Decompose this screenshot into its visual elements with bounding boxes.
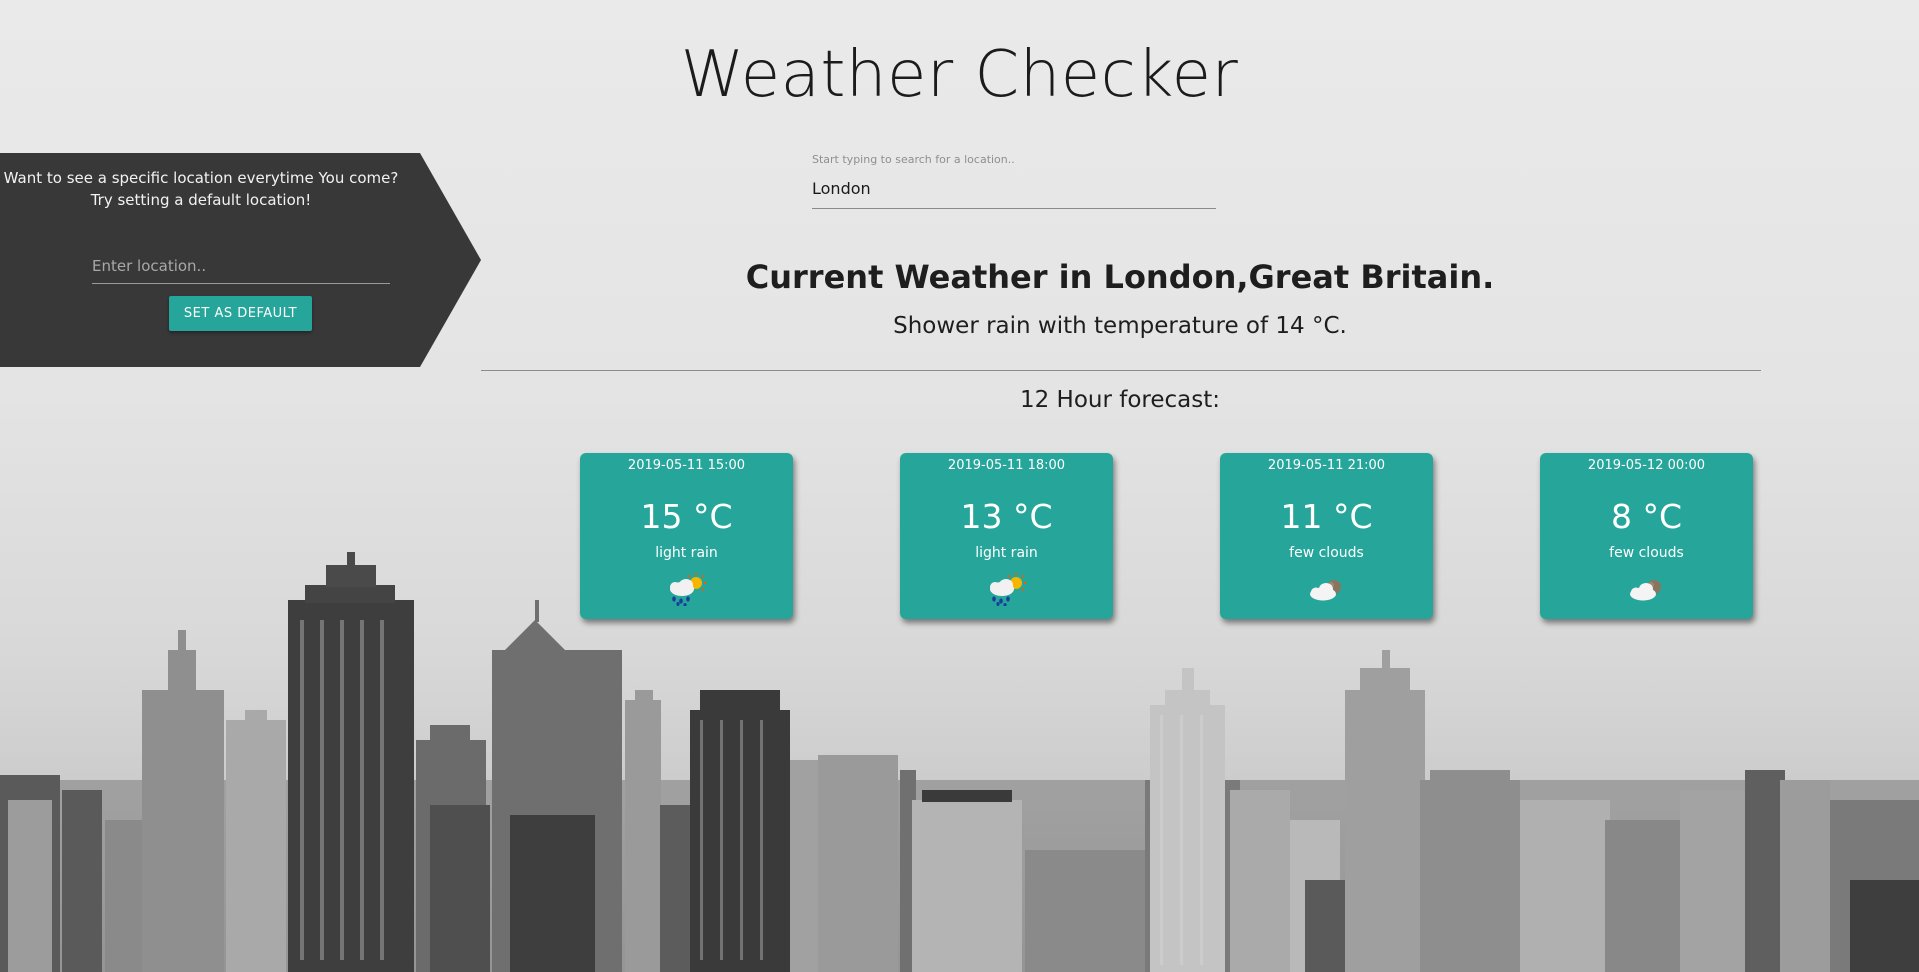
page-title: Weather Checker xyxy=(680,38,1239,112)
forecast-temperature: 11 °C xyxy=(1280,497,1373,536)
current-weather-summary: Shower rain with temperature of 14 °C. xyxy=(893,313,1347,339)
default-location-panel: Want to see a specific location everytim… xyxy=(0,153,482,367)
cloud-moon-icon xyxy=(1630,580,1661,601)
forecast-time: 2019-05-11 15:00 xyxy=(627,458,746,473)
forecast-description: light rain xyxy=(655,545,718,561)
search-label: Start typing to search for a location.. xyxy=(812,153,1015,166)
default-location-message-line2: Try setting a default location! xyxy=(90,191,312,209)
default-location-message: Want to see a specific location everytim… xyxy=(0,167,402,211)
forecast-card: 2019-05-11 15:00 15 °C light rain xyxy=(580,453,793,619)
cloud-moon-icon xyxy=(1310,580,1341,601)
forecast-time: 2019-05-12 00:00 xyxy=(1587,458,1706,473)
forecast-time: 2019-05-11 18:00 xyxy=(947,458,1066,473)
forecast-temperature: 15 °C xyxy=(640,497,733,536)
forecast-description: few clouds xyxy=(1289,545,1364,561)
default-location-input[interactable] xyxy=(92,249,390,284)
location-search: Start typing to search for a location.. xyxy=(812,153,1216,209)
forecast-card: 2019-05-11 21:00 11 °C few clouds xyxy=(1220,453,1433,619)
forecast-temperature: 13 °C xyxy=(960,497,1053,536)
rain-sun-icon xyxy=(990,573,1026,606)
forecast-title: 12 Hour forecast: xyxy=(1019,387,1221,413)
forecast-card: 2019-05-12 00:00 8 °C few clouds xyxy=(1540,453,1753,619)
forecast-description: few clouds xyxy=(1609,545,1684,561)
forecast-time: 2019-05-11 21:00 xyxy=(1267,458,1386,473)
forecast-card: 2019-05-11 18:00 13 °C light rain xyxy=(900,453,1113,619)
search-input[interactable] xyxy=(812,169,1216,209)
forecast-description: light rain xyxy=(975,545,1038,561)
rain-sun-icon xyxy=(670,573,706,606)
current-weather-heading: Current Weather in London,Great Britain. xyxy=(745,258,1495,296)
forecast-temperature: 8 °C xyxy=(1610,497,1683,536)
default-location-message-line1: Want to see a specific location everytim… xyxy=(3,169,399,187)
section-divider xyxy=(481,370,1761,371)
page-background: Weather Checker Want to see a specific l… xyxy=(0,0,1919,972)
set-as-default-button[interactable]: SET AS DEFAULT xyxy=(169,296,312,331)
